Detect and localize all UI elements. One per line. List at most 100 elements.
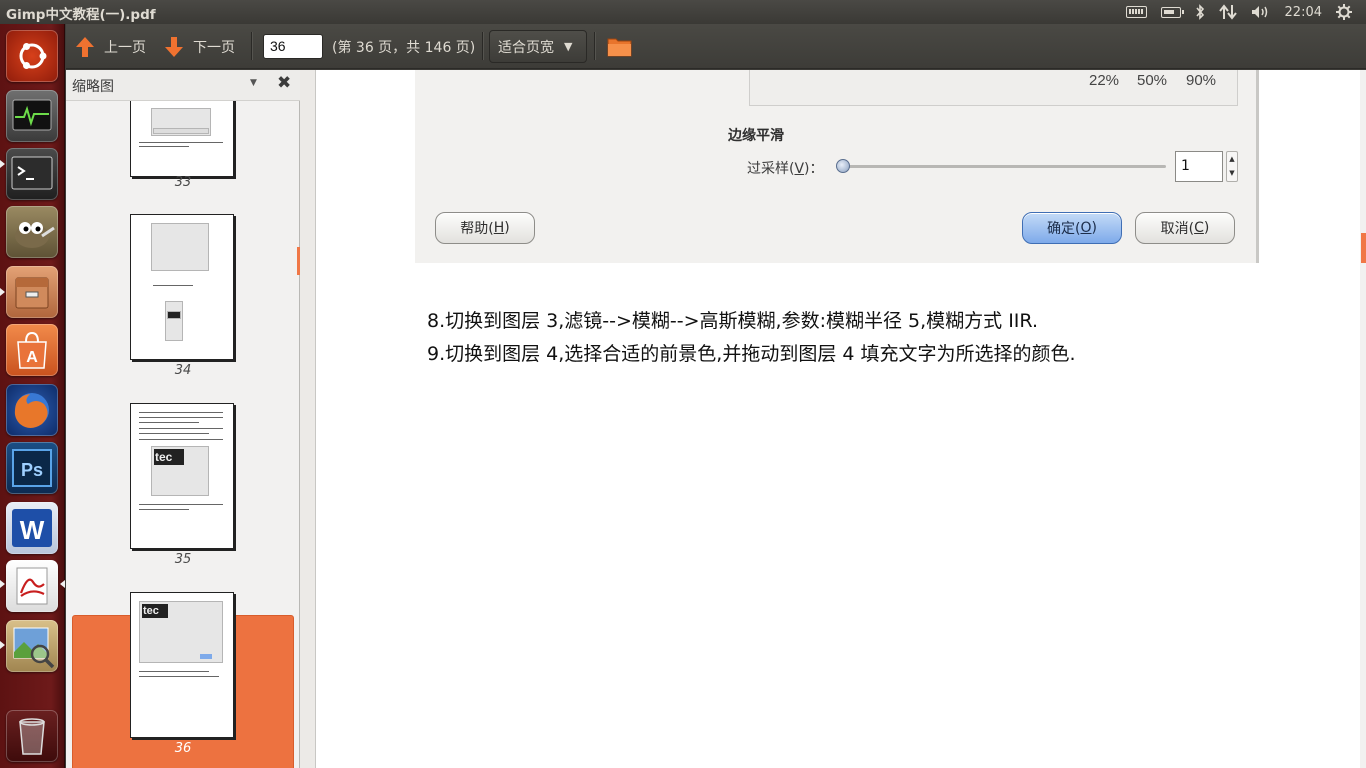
indicator-area: 22:04 [1125,0,1366,24]
document-body-text: 8.切换到图层 3,滤镜-->模糊-->高斯模糊,参数:模糊半径 5,模糊方式 … [427,305,1076,371]
thumbnail-text-line [139,146,189,147]
open-file-button[interactable] [607,24,633,69]
ubuntu-logo-icon[interactable] [6,30,58,82]
photoshop-icon[interactable]: Ps [6,442,58,494]
supersample-slider-track [842,165,1166,168]
sidebar-title[interactable]: 缩略图 [72,76,114,96]
running-indicator [0,288,5,296]
slider-knob [836,159,850,173]
toolbar-separator [251,32,252,60]
thumbnail-label: 34 [174,363,192,378]
thumbnail-label: 35 [174,552,192,567]
launcher: A Ps W [0,24,65,768]
svg-text:Ps: Ps [21,460,43,480]
ok-button: 确定(O) [1022,212,1122,244]
firefox-icon[interactable] [6,384,58,436]
clock[interactable]: 22:04 [1285,5,1322,20]
zoom-select[interactable]: 适合页宽 ▼ [489,30,587,63]
thumbnail-page-36[interactable]: tec [130,592,234,738]
folder-icon [607,38,632,56]
page-info: (第 36 页，共 146 页) [332,39,476,56]
help-button: 帮助(H) [435,212,535,244]
sidebar-menu-arrow-icon[interactable]: ▼ [250,78,257,88]
thumbnail-text-line [139,412,223,413]
battery-icon[interactable] [1160,6,1184,18]
spin-arrows-icon: ▲ ▼ [1226,151,1238,182]
embedded-dialog-screenshot: 22% 50% 90% 边缘平滑 过采样(V)： 1 ▲ ▼ 帮助(H) 确定(O… [415,70,1259,263]
toolbar-separator [482,32,483,60]
thumbnail-figure [151,223,209,271]
document-scrollbar[interactable] [1360,70,1366,768]
thumbnail-label-selected: 36 [174,741,192,756]
thumbnail-page-34[interactable] [130,214,234,360]
gimp-icon[interactable] [6,206,58,258]
pdf-reader-icon[interactable] [6,560,58,612]
thumbnail-figure: tec [139,601,223,663]
thumbnail-figure [200,654,212,659]
thumbnail-sidebar: 缩略图 ▼ ✖ 33 34 tec 35 tec 36 [66,70,300,768]
thumbnail-list[interactable]: 33 34 tec 35 tec 36 [66,101,300,768]
percent-label: 22% [1089,72,1120,89]
paragraph: 8.切换到图层 3,滤镜-->模糊-->高斯模糊,参数:模糊半径 5,模糊方式 … [427,310,1038,332]
supersample-label: 过采样(V)： [747,161,824,177]
thumbnail-text-line [139,422,199,423]
close-icon[interactable]: ✖ [277,73,291,93]
document-view[interactable]: 22% 50% 90% 边缘平滑 过采样(V)： 1 ▲ ▼ 帮助(H) 确定(O… [316,70,1360,768]
thumbnail-figure [167,311,181,319]
sidebar-splitter[interactable] [300,70,316,768]
dialog-border [1256,70,1259,263]
thumbnail-text-sample: tec [154,449,184,465]
terminal-icon[interactable] [6,148,58,200]
thumbnail-text-line [139,509,189,510]
thumbnail-text-line [139,428,223,429]
running-indicator [0,580,5,588]
thumbnail-text-line [139,433,209,434]
network-icon[interactable] [1218,4,1237,20]
volume-icon[interactable] [1251,4,1271,20]
software-center-icon[interactable]: A [6,324,58,376]
thumbnail-text-line [153,285,193,286]
thumbnail-text-line [139,504,223,505]
sidebar-header: 缩略图 ▼ ✖ [66,70,300,101]
keyboard-icon[interactable] [1125,6,1147,18]
thumbnail-text-line [139,676,219,677]
thumbnail-label: 33 [174,175,192,190]
percent-label: 90% [1186,72,1217,89]
section-title: 边缘平滑 [728,128,784,144]
toolbar: 上一页 下一页 36 (第 36 页，共 146 页) 适合页宽 ▼ [66,24,1366,69]
thumbnail-figure: tec [151,446,209,496]
trash-icon[interactable] [6,710,58,762]
wps-writer-icon[interactable]: W [6,502,58,554]
thumbnail-text-line [139,142,223,143]
thumbnail-text-line [139,671,209,672]
arrow-down-icon [165,36,183,57]
prev-page-button[interactable]: 上一页 [74,24,146,69]
cancel-button: 取消(C) [1135,212,1235,244]
thumbnail-page-35[interactable]: tec [130,403,234,549]
running-indicator [0,641,5,649]
bluetooth-icon[interactable] [1195,4,1205,20]
paragraph: 9.切换到图层 4,选择合适的前景色,并拖动到图层 4 填充文字为所选择的颜色. [427,343,1076,365]
next-page-button[interactable]: 下一页 [163,24,235,69]
scroll-position-indicator[interactable] [1361,233,1366,263]
zoom-select-label: 适合页宽 [498,39,554,56]
percent-label: 50% [1137,72,1168,89]
sidebar-scroll-indicator[interactable] [297,247,300,275]
thumbnail-figure [165,301,183,341]
thumbnail-page-33[interactable] [130,101,234,177]
prev-page-label: 上一页 [104,39,146,56]
caret-down-icon: ▼ [564,40,573,53]
svg-text:W: W [20,515,45,545]
window-title: Gimp中文教程(一).pdf [6,7,156,23]
power-gear-icon[interactable] [1336,4,1352,20]
image-viewer-icon[interactable] [6,620,58,672]
top-panel: Gimp中文教程(一).pdf 22:04 [0,0,1366,24]
running-indicator [0,160,5,168]
file-manager-icon[interactable] [6,266,58,318]
toolbar-separator [594,32,595,60]
page-number-input[interactable]: 36 [263,34,323,59]
active-indicator [60,580,65,588]
thumbnail-text-sample: tec [142,604,168,618]
thumbnail-figure [153,128,209,134]
system-monitor-icon[interactable] [6,90,58,142]
